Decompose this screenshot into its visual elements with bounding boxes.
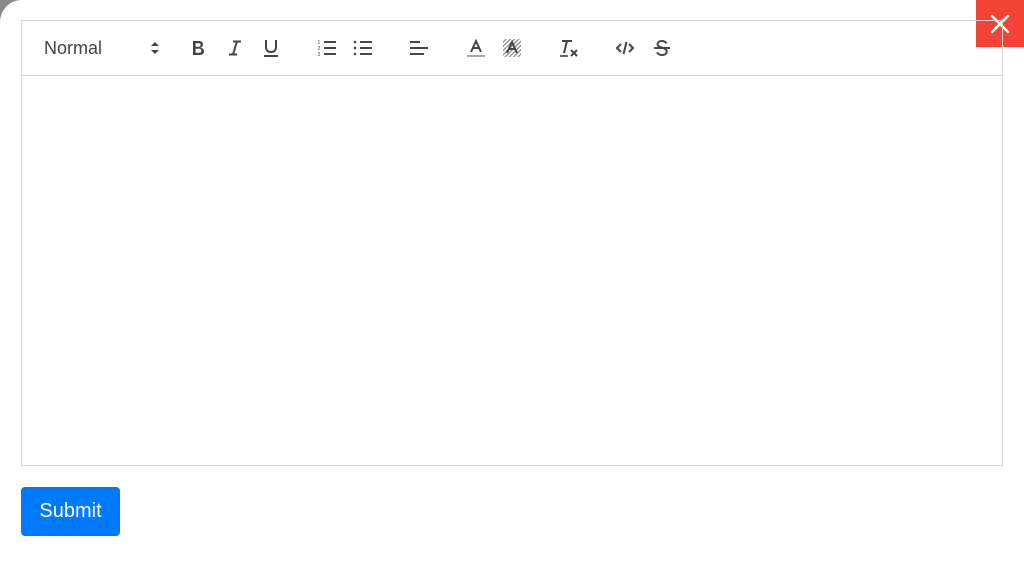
clear-format-icon: [560, 40, 578, 57]
bullet-list-icon: [353, 40, 372, 56]
editor-modal: Normal 1 2 3 Submit: [0, 0, 1024, 579]
underline-button[interactable]: [257, 21, 285, 75]
strike-icon: [654, 39, 670, 57]
editor-content-area[interactable]: [22, 76, 1002, 465]
background-color-button[interactable]: [498, 21, 526, 75]
text-color-button[interactable]: [462, 21, 490, 75]
clear-format-button[interactable]: [555, 21, 583, 75]
bullet-list-button[interactable]: [349, 21, 377, 75]
ordered-list-button[interactable]: 1 2 3: [313, 21, 341, 75]
italic-icon: [229, 40, 241, 56]
bold-button[interactable]: [184, 21, 212, 75]
svg-text:3: 3: [318, 52, 321, 57]
heading-picker[interactable]: Normal: [44, 21, 160, 75]
align-button[interactable]: [405, 21, 433, 75]
heading-picker-label: Normal: [44, 37, 103, 58]
submit-button[interactable]: Submit: [21, 487, 120, 536]
editor-toolbar: Normal 1 2 3: [22, 21, 1002, 76]
code-icon: [615, 41, 635, 55]
underline-icon: [264, 40, 278, 57]
updown-arrows-icon: [151, 42, 159, 54]
ordered-list-icon: 1 2 3: [318, 40, 336, 57]
rich-text-editor: Normal 1 2 3: [21, 20, 1003, 466]
background-color-icon: [503, 39, 521, 57]
align-left-icon: [410, 41, 428, 55]
strike-button[interactable]: [648, 21, 676, 75]
text-color-icon: [467, 38, 485, 57]
bold-icon: [193, 41, 204, 55]
italic-button[interactable]: [221, 21, 249, 75]
code-button[interactable]: [611, 21, 639, 75]
